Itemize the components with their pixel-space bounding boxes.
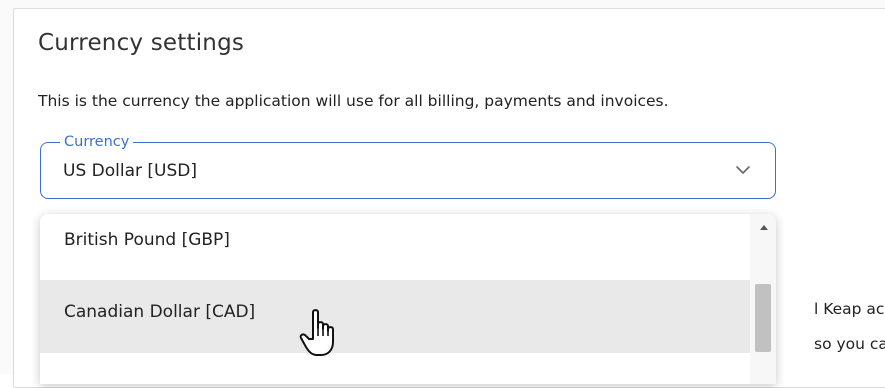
chevron-down-icon[interactable] (735, 165, 751, 175)
currency-selected-value: US Dollar [USD] (63, 161, 197, 181)
obscured-text-line-2: so you can r (814, 335, 885, 353)
obscured-text-line-1: l Keap acco (814, 300, 885, 318)
scroll-up-arrow-icon[interactable] (760, 225, 768, 230)
section-description: This is the currency the application wil… (38, 92, 669, 110)
option-label: Canadian Dollar [CAD] (64, 302, 256, 322)
currency-dropdown-list: British Pound [GBP] Canadian Dollar [CAD… (40, 214, 776, 384)
option-label: British Pound [GBP] (64, 230, 230, 250)
section-title: Currency settings (38, 30, 245, 56)
dropdown-scrollbar[interactable] (750, 214, 776, 384)
currency-field-label: Currency (60, 132, 134, 152)
scrollbar-thumb[interactable] (755, 284, 771, 352)
hand-pointer-icon (299, 309, 334, 356)
dropdown-option-gbp[interactable]: British Pound [GBP] (40, 214, 750, 278)
dropdown-option-cad[interactable]: Canadian Dollar [CAD] (40, 280, 750, 353)
currency-select[interactable]: Currency US Dollar [USD] (40, 132, 776, 199)
